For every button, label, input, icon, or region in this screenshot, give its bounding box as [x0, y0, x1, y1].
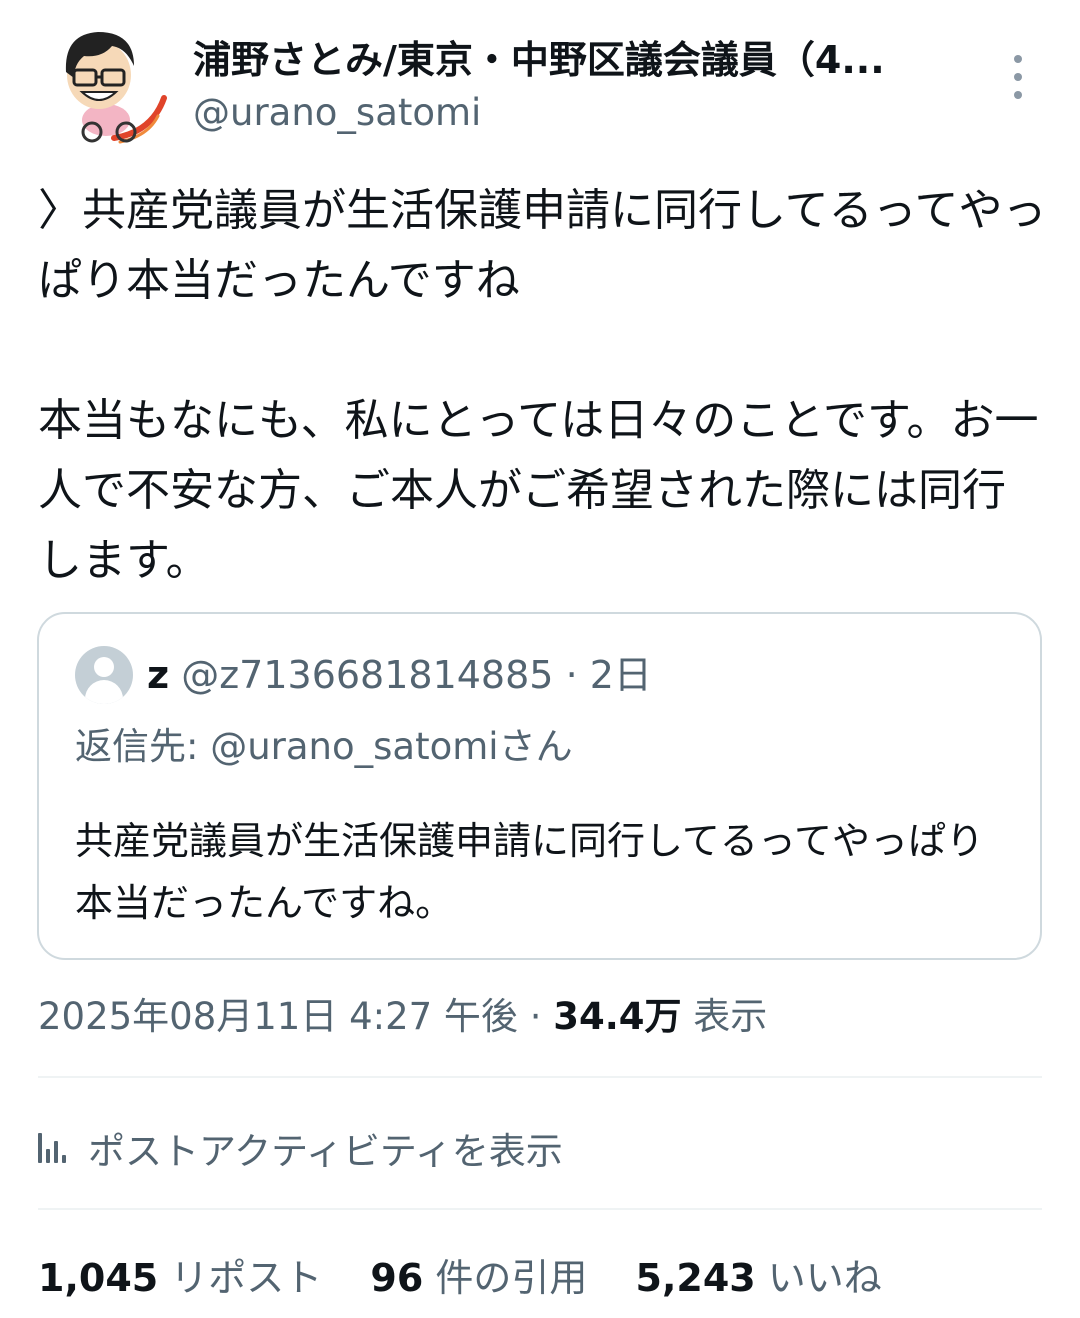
quoted-post-text: 共産党議員が生活保護申請に同行してるってやっぱり本当だったんですね。 — [75, 819, 984, 925]
quotes-count: 96 — [370, 1256, 424, 1300]
tweet-reply-line: 本当もなにも、私にとっては日々のことです。お一人で不安な方、ご本人がご希望された… — [38, 395, 1039, 586]
reposts-stat[interactable]: 1,045 リポスト — [38, 1256, 334, 1300]
author-display-name[interactable]: 浦野さとみ/東京・中野区議会議員（4... — [193, 34, 973, 86]
tweet-text: 〉共産党議員が生活保護申請に同行してるってやっぱり本当だったんですね 本当もなに… — [38, 176, 1048, 596]
separator-dot: · — [565, 653, 578, 697]
likes-label: いいね — [767, 1256, 882, 1300]
quotes-label: 件の引用 — [435, 1256, 588, 1300]
default-avatar-icon — [75, 646, 133, 704]
post-meta: 2025年08月11日 4:27 午後 · 34.4万 表示 — [38, 990, 767, 1044]
post-activity-link[interactable]: ポストアクティビティを表示 — [38, 1120, 563, 1176]
divider — [38, 1208, 1042, 1210]
post-activity-label: ポストアクティビティを表示 — [88, 1130, 563, 1173]
separator-dot: · — [529, 995, 542, 1038]
quoted-post-header: z @z7136681814885 · 2日 — [147, 650, 652, 700]
post-timestamp[interactable]: 2025年08月11日 4:27 午後 — [38, 995, 518, 1038]
engagement-stats: 1,045 リポスト 96 件の引用 5,243 いいね — [38, 1250, 918, 1306]
views-label: 表示 — [693, 995, 768, 1038]
quoted-post-card[interactable]: z @z7136681814885 · 2日 返信先: @urano_satom… — [37, 612, 1042, 960]
quoted-post-time: 2日 — [589, 653, 652, 697]
views-count: 34.4万 — [553, 995, 682, 1038]
bar-chart-icon — [38, 1133, 70, 1163]
more-options-icon[interactable] — [1006, 55, 1030, 99]
reposts-count: 1,045 — [38, 1256, 159, 1300]
tweet-quote-line: 〉共産党議員が生活保護申請に同行してるってやっぱり本当だったんですね — [38, 185, 1047, 306]
reply-to-label: 返信先: @urano_satomiさん — [75, 725, 573, 768]
likes-count: 5,243 — [635, 1256, 756, 1300]
quotes-stat[interactable]: 96 件の引用 — [370, 1256, 599, 1300]
author-handle[interactable]: @urano_satomi — [193, 88, 481, 138]
quoted-author-name: z — [147, 653, 170, 697]
author-avatar[interactable] — [44, 20, 168, 144]
likes-stat[interactable]: 5,243 いいね — [636, 1256, 882, 1300]
quoted-author-handle: @z7136681814885 — [181, 653, 554, 697]
divider — [38, 1076, 1042, 1078]
reposts-label: リポスト — [170, 1256, 323, 1300]
